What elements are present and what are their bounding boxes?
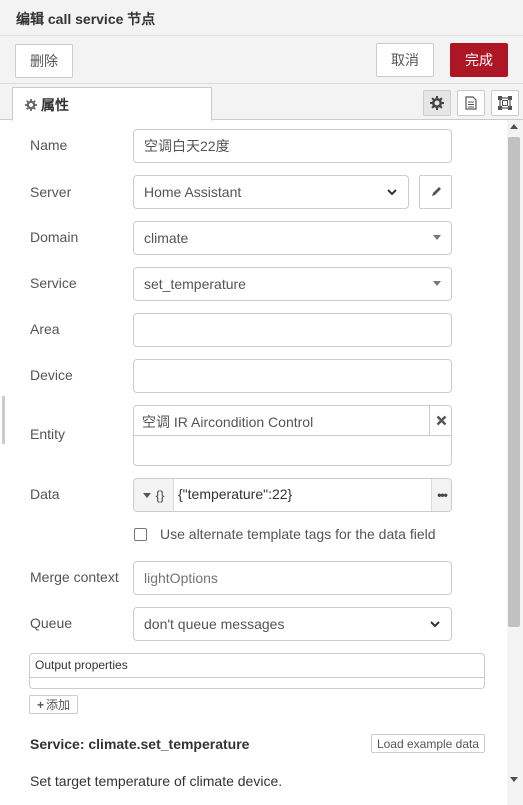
entity-label: Entity (30, 426, 66, 442)
delete-button[interactable]: 删除 (15, 44, 73, 78)
scrollbar-thumb[interactable] (508, 137, 520, 627)
server-select-value: Home Assistant (144, 184, 242, 200)
device-label: Device (30, 367, 73, 383)
scroll-down-icon[interactable] (510, 777, 518, 782)
service-label: Service (30, 275, 77, 291)
ellipsis-icon: ••• (437, 488, 448, 502)
data-type-selector[interactable]: {} (134, 479, 174, 511)
name-input[interactable]: 空调白天22度 (133, 129, 452, 163)
output-properties-header: Output properties (30, 654, 484, 678)
caret-down-icon (142, 492, 151, 498)
close-icon (436, 415, 447, 426)
appearance-tab-button[interactable] (491, 90, 519, 116)
expand-data-button[interactable]: ••• (431, 479, 451, 511)
domain-input[interactable]: climate (133, 221, 452, 255)
tab-properties[interactable]: 属性 (12, 87, 212, 121)
done-button[interactable]: 完成 (450, 43, 508, 77)
merge-context-label: Merge context (30, 569, 119, 585)
area-label: Area (30, 321, 60, 337)
caret-down-icon (433, 235, 441, 240)
queue-select[interactable]: don't queue messages (133, 607, 452, 641)
add-output-button[interactable]: + 添加 (29, 695, 78, 714)
settings-tab-button[interactable] (423, 90, 451, 116)
gear-icon (25, 98, 37, 111)
chevron-down-icon (429, 617, 441, 634)
domain-value: climate (144, 230, 189, 246)
service-description: Set target temperature of climate device… (30, 773, 283, 789)
entity-item[interactable]: 空调 IR Aircondition Control (134, 406, 430, 436)
description-tab-button[interactable] (457, 90, 485, 116)
cancel-button[interactable]: 取消 (376, 43, 434, 77)
queue-select-value: don't queue messages (144, 616, 285, 632)
file-text-icon (465, 96, 477, 110)
domain-label: Domain (30, 229, 79, 245)
data-label: Data (30, 486, 60, 502)
tab-properties-label: 属性 (41, 96, 69, 113)
name-label: Name (30, 137, 68, 153)
tray-title: 编辑 call service 节点 (16, 11, 156, 27)
tray-toolbar (0, 36, 523, 84)
alt-template-checkbox[interactable] (134, 528, 147, 541)
edit-server-button[interactable] (419, 175, 452, 209)
caret-down-icon (433, 281, 441, 286)
plus-icon: + (36, 697, 44, 712)
area-input[interactable] (133, 313, 452, 347)
service-input[interactable]: set_temperature (133, 267, 452, 301)
server-select[interactable]: Home Assistant (133, 175, 409, 209)
entity-add-input[interactable] (134, 436, 451, 465)
resize-handle[interactable] (2, 396, 5, 444)
data-typed-input: {} {"temperature":22} ••• (133, 478, 452, 512)
output-properties-list: Output properties (29, 653, 485, 689)
pencil-icon (430, 186, 442, 198)
object-group-icon (498, 96, 512, 110)
data-value[interactable]: {"temperature":22} (178, 486, 292, 502)
alt-template-label: Use alternate template tags for the data… (160, 526, 436, 542)
merge-context-input[interactable] (133, 561, 452, 595)
chevron-down-icon (386, 185, 398, 202)
service-info-title: Service: climate.set_temperature (30, 736, 250, 752)
json-type-icon: {} (155, 487, 165, 503)
scroll-up-icon[interactable] (510, 124, 518, 129)
entity-list: 空调 IR Aircondition Control (133, 405, 452, 466)
server-label: Server (30, 184, 72, 200)
queue-label: Queue (30, 615, 73, 631)
gear-icon (430, 96, 444, 110)
device-input[interactable] (133, 359, 452, 393)
service-value: set_temperature (144, 276, 246, 292)
add-output-label: 添加 (46, 698, 71, 712)
remove-entity-button[interactable] (430, 406, 452, 436)
load-example-button[interactable]: Load example data (371, 734, 485, 753)
